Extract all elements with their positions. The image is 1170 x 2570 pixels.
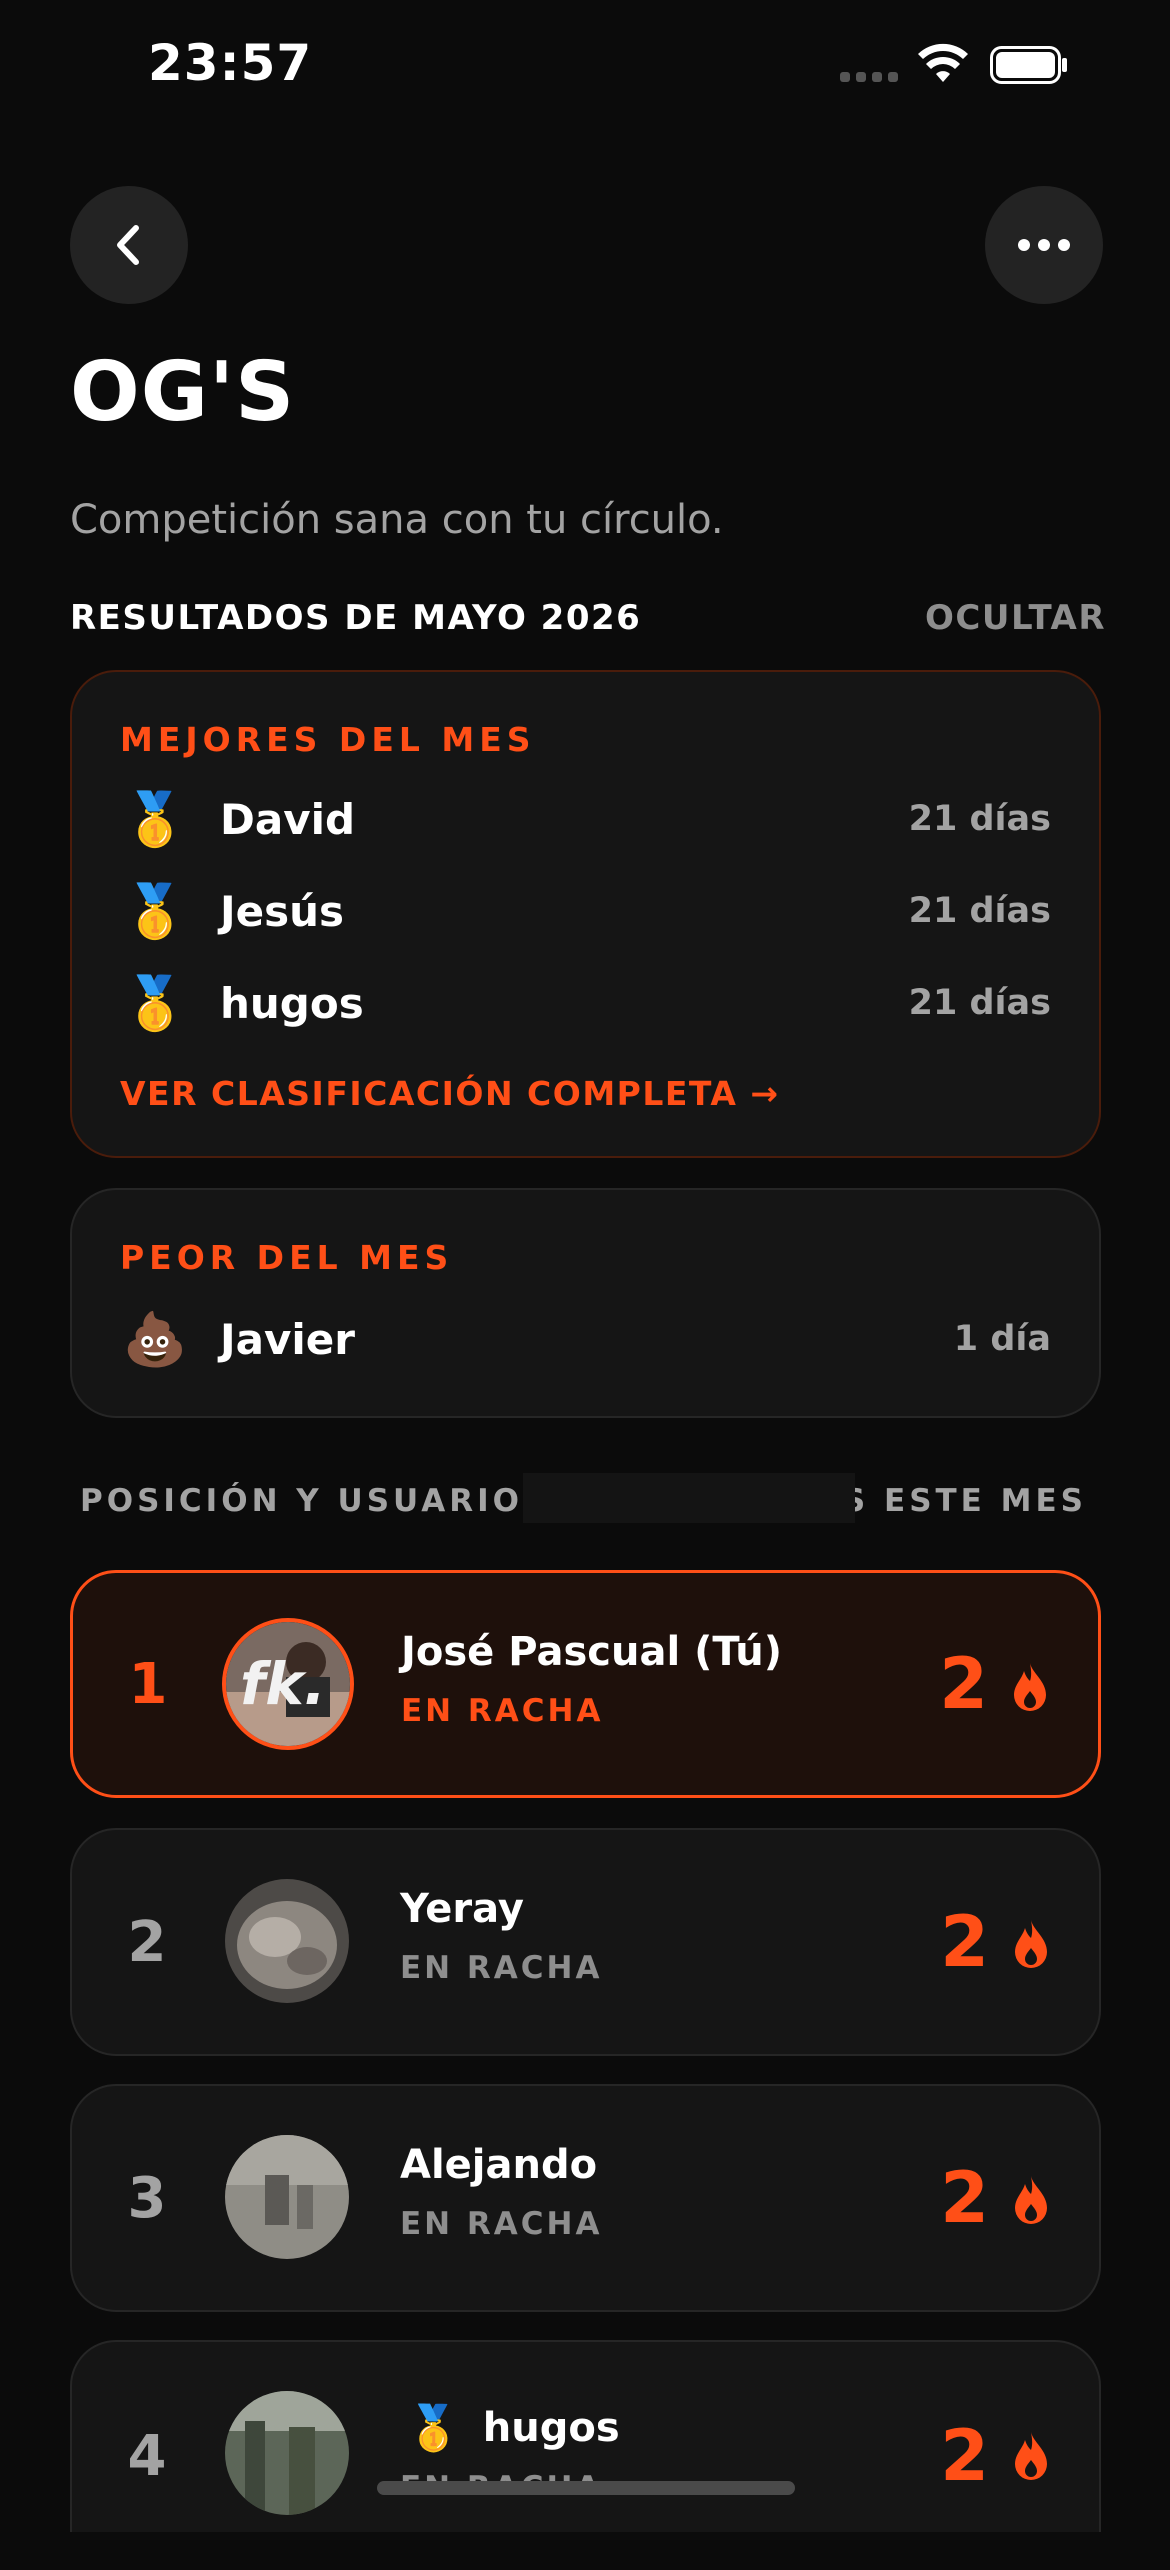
best-row: 🥇 Jesús 21 días — [120, 876, 1051, 946]
home-indicator[interactable] — [377, 2481, 795, 2495]
flame-icon — [1015, 2176, 1047, 2224]
flame-icon — [1015, 1920, 1047, 1968]
best-user-days: 21 días — [908, 891, 1051, 931]
rank-number: 2 — [127, 1909, 167, 1975]
best-of-month-label: MEJORES DEL MES — [120, 720, 536, 759]
wifi-icon — [918, 43, 968, 82]
leaderboard-row-current-user[interactable]: 1 fk. José Pascual (Tú) EN RACHA 2 — [70, 1570, 1101, 1798]
flame-icon — [1015, 2432, 1047, 2480]
avatar — [225, 2135, 349, 2259]
avatar — [225, 2391, 349, 2515]
rank-number: 1 — [128, 1651, 168, 1717]
more-options-button[interactable] — [985, 186, 1103, 304]
streak-count: 2 — [939, 1643, 988, 1725]
best-user-name: hugos — [220, 978, 364, 1028]
svg-text:fk.: fk. — [240, 1650, 326, 1718]
streak-count: 2 — [940, 1901, 989, 1983]
user-name: Yeray — [400, 1886, 524, 1932]
streak-status: EN RACHA — [400, 1950, 603, 1986]
streak-status: EN RACHA — [400, 2206, 603, 2242]
gold-medal-icon: 🥇 — [122, 881, 188, 942]
streak-count: 2 — [940, 2415, 989, 2497]
best-user-days: 21 días — [908, 983, 1051, 1023]
full-ranking-link[interactable]: VER CLASIFICACIÓN COMPLETA → — [120, 1074, 780, 1113]
gold-medal-icon: 🥇 — [406, 2403, 461, 2454]
user-name: José Pascual (Tú) — [401, 1629, 783, 1675]
redacted-overlay — [523, 1473, 855, 1523]
worst-user-name: Javier — [220, 1314, 355, 1364]
poop-icon: 💩 — [122, 1309, 188, 1370]
back-button[interactable] — [70, 186, 188, 304]
rank-number: 4 — [127, 2423, 167, 2489]
worst-of-month-label: PEOR DEL MES — [120, 1238, 454, 1277]
flame-icon — [1014, 1663, 1046, 1711]
best-user-name: Jesús — [220, 886, 345, 936]
worst-row: 💩 Javier 1 día — [120, 1304, 1051, 1374]
results-heading: RESULTADOS DE MAYO 2026 — [70, 598, 642, 638]
rank-number: 3 — [127, 2165, 167, 2231]
user-name-with-medal: 🥇 hugos — [406, 2402, 620, 2454]
streak-status: EN RACHA — [401, 1693, 604, 1729]
hide-results-button[interactable]: OCULTAR — [925, 598, 1105, 638]
best-row: 🥇 hugos 21 días — [120, 968, 1051, 1038]
battery-icon — [990, 46, 1067, 84]
best-user-name: David — [220, 794, 356, 844]
best-row: 🥇 David 21 días — [120, 784, 1051, 854]
avatar — [225, 1879, 349, 2003]
leaderboard-row[interactable]: 3 Alejando EN RACHA 2 — [70, 2084, 1101, 2312]
best-user-days: 21 días — [908, 799, 1051, 839]
gold-medal-icon: 🥇 — [122, 973, 188, 1034]
avatar: fk. — [222, 1618, 354, 1750]
user-name: Alejando — [400, 2142, 598, 2188]
leaderboard-column-position: POSICIÓN Y USUARIO — [80, 1483, 524, 1519]
worst-of-month-card: PEOR DEL MES 💩 Javier 1 día — [70, 1188, 1101, 1418]
cellular-signal-icon — [840, 72, 900, 82]
page-title: OG'S — [70, 345, 296, 440]
ellipsis-icon — [1018, 239, 1070, 251]
streak-count: 2 — [940, 2157, 989, 2239]
leaderboard-row[interactable]: 2 Yeray EN RACHA 2 — [70, 1828, 1101, 2056]
gold-medal-icon: 🥇 — [122, 789, 188, 850]
leaderboard-row[interactable]: 4 🥇 hugos EN RACHA 2 — [70, 2340, 1101, 2532]
status-time: 23:57 — [148, 34, 313, 92]
worst-user-days: 1 día — [953, 1319, 1051, 1359]
chevron-left-icon — [117, 225, 139, 265]
user-name: hugos — [482, 2405, 620, 2451]
best-of-month-card: MEJORES DEL MES 🥇 David 21 días 🥇 Jesús … — [70, 670, 1101, 1158]
page-subtitle: Competición sana con tu círculo. — [70, 497, 724, 543]
